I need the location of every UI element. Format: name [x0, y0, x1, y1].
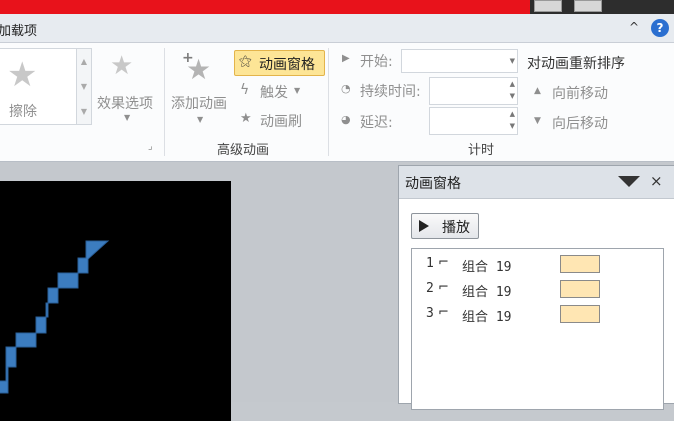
item-name: 组合 19	[462, 260, 512, 275]
timing-bar[interactable]	[560, 280, 600, 298]
timing-bar[interactable]	[560, 305, 600, 323]
item-name: 组合 19	[462, 310, 512, 325]
animation-item[interactable]: 3 ⌐ 组合 19	[412, 302, 663, 326]
play-label: 播放	[442, 220, 470, 236]
tab-add-ins[interactable]: 加载项	[0, 20, 37, 39]
pane-options-icon[interactable]	[618, 176, 640, 187]
duration-up-icon[interactable]: ▲	[510, 80, 515, 88]
gallery-up-icon[interactable]: ▲	[77, 49, 91, 74]
erase-label: 擦除	[9, 104, 37, 120]
item-type-icon: ⌐	[438, 280, 449, 295]
delay-input[interactable]: ▲ ▼	[429, 107, 518, 135]
move-later-label: 向后移动	[552, 116, 608, 132]
move-earlier-label: 向前移动	[552, 86, 608, 102]
trigger-arrow: ▼	[294, 86, 301, 95]
delay-down-icon[interactable]: ▼	[510, 122, 515, 130]
help-icon[interactable]: ?	[651, 19, 669, 37]
animation-gallery[interactable]: ★ 擦除	[0, 48, 78, 125]
start-select[interactable]: ▼	[401, 49, 518, 73]
trigger-icon: ϟ	[240, 82, 250, 98]
animation-pane: 动画窗格 × 播放 1 ⌐ 组合 19 2 ⌐ 组合 19 3 ⌐ 组合 19	[398, 165, 674, 410]
start-icon: ▶	[342, 53, 350, 64]
duration-label: 持续时间:	[360, 84, 421, 100]
animation-pane-button[interactable]: ⚝ 动画窗格	[234, 50, 325, 76]
item-number: 1	[426, 256, 434, 271]
stair-shape[interactable]	[0, 181, 231, 402]
animation-painter-icon: ★	[240, 111, 252, 126]
item-number: 3	[426, 306, 434, 321]
start-label: 开始:	[360, 54, 393, 70]
plus-icon: +	[182, 50, 194, 66]
animation-pane-label: 动画窗格	[259, 57, 315, 73]
play-icon	[419, 220, 429, 232]
start-dropdown-icon: ▼	[509, 57, 515, 65]
animation-item[interactable]: 2 ⌐ 组合 19	[412, 277, 663, 301]
item-type-icon: ⌐	[438, 305, 449, 320]
timing-bar[interactable]	[560, 255, 600, 273]
separator	[328, 48, 329, 156]
item-name: 组合 19	[462, 285, 512, 300]
duration-down-icon[interactable]: ▼	[510, 92, 515, 100]
play-button[interactable]: 播放	[411, 213, 479, 239]
title-bar-red-area	[0, 0, 530, 14]
ribbon-tab-bar: 加载项 ^ ?	[0, 14, 674, 43]
add-animation-label: 添加动画	[171, 96, 227, 112]
maximize-button[interactable]	[574, 0, 602, 12]
gallery-down-icon[interactable]: ▼	[77, 74, 91, 99]
animation-item[interactable]: 1 ⌐ 组合 19	[412, 252, 663, 276]
reorder-title: 对动画重新排序	[527, 56, 625, 72]
delay-label: 延迟:	[360, 115, 393, 131]
item-number: 2	[426, 281, 434, 296]
move-later-icon: ▼	[534, 116, 541, 126]
trigger-label: 触发	[260, 85, 288, 101]
move-earlier-icon: ▲	[534, 86, 541, 96]
separator	[164, 48, 165, 156]
collapse-ribbon-icon[interactable]: ^	[629, 20, 639, 34]
title-bar	[0, 0, 674, 14]
ribbon: ★ 擦除 ▲ ▼ ▼ ★ 效果选项 ▼ ★ + 添加动画 ▼ ⚝ 动画窗格 ϟ …	[0, 43, 674, 162]
advanced-animation-group-label: 高级动画	[217, 143, 270, 158]
effect-options-arrow: ▼	[124, 113, 131, 122]
dialog-launcher-icon[interactable]: ⌟	[148, 141, 153, 152]
animation-pane-icon: ⚝	[239, 54, 252, 69]
timing-group-label: 计时	[468, 143, 495, 158]
animation-painter-label: 动画刷	[260, 114, 302, 130]
erase-star-icon: ★	[7, 55, 38, 95]
effect-options-star-icon: ★	[110, 51, 134, 81]
animation-list[interactable]: 1 ⌐ 组合 19 2 ⌐ 组合 19 3 ⌐ 组合 19	[411, 248, 664, 410]
animation-pane-title: 动画窗格	[405, 176, 461, 192]
duration-icon: ◔	[341, 82, 351, 95]
delay-icon: ◕	[341, 113, 351, 126]
minimize-button[interactable]	[534, 0, 562, 12]
effect-options-label: 效果选项	[97, 96, 153, 112]
animation-pane-header: 动画窗格 ×	[399, 166, 674, 199]
gallery-scroll[interactable]: ▲ ▼ ▼	[76, 48, 92, 125]
close-icon[interactable]: ×	[650, 172, 663, 190]
add-animation-arrow: ▼	[197, 115, 204, 124]
gallery-more-icon[interactable]: ▼	[77, 99, 91, 124]
slide-canvas[interactable]	[0, 181, 231, 421]
duration-input[interactable]: ▲ ▼	[429, 77, 518, 105]
item-type-icon: ⌐	[438, 255, 449, 270]
delay-up-icon[interactable]: ▲	[510, 110, 515, 118]
